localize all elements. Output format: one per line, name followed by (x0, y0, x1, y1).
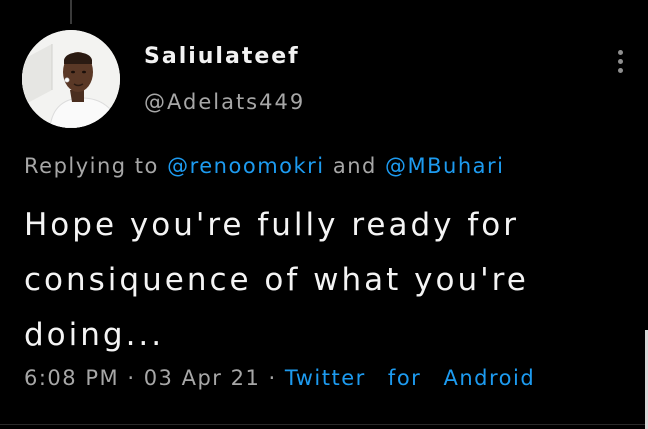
more-vertical-icon-dot (617, 49, 623, 55)
more-vertical-icon-dot (617, 58, 623, 64)
replying-to-line: Replying to @renoomokri and @MBuhari (24, 154, 505, 178)
avatar[interactable] (22, 30, 120, 128)
avatar-photo (22, 30, 120, 128)
mention-link-renoomokri[interactable]: @renoomokri (167, 154, 325, 178)
tweet-text: Hope you're fully ready for consiquence … (24, 207, 529, 353)
more-options-button[interactable] (606, 46, 634, 76)
tweet-client-link[interactable]: Twitter for Android (285, 366, 535, 390)
replying-to-conjunction: and (332, 154, 377, 178)
tweet-meta: 6:08 PM · 03 Apr 21 · Twitter for Androi… (24, 366, 535, 390)
more-vertical-icon-dot (617, 67, 623, 73)
mention-link-mbuhari[interactable]: @MBuhari (385, 154, 504, 178)
tweet-date[interactable]: 03 Apr 21 (144, 366, 261, 390)
thread-connector-line (70, 0, 72, 24)
divider (0, 424, 648, 425)
author-handle[interactable]: @Adelats449 (144, 90, 305, 114)
author-display-name[interactable]: Saliulateef (144, 44, 300, 69)
replying-to-prefix: Replying to (24, 154, 159, 178)
meta-separator: · (127, 366, 136, 390)
meta-separator: · (268, 366, 277, 390)
tweet-time[interactable]: 6:08 PM (24, 366, 119, 390)
